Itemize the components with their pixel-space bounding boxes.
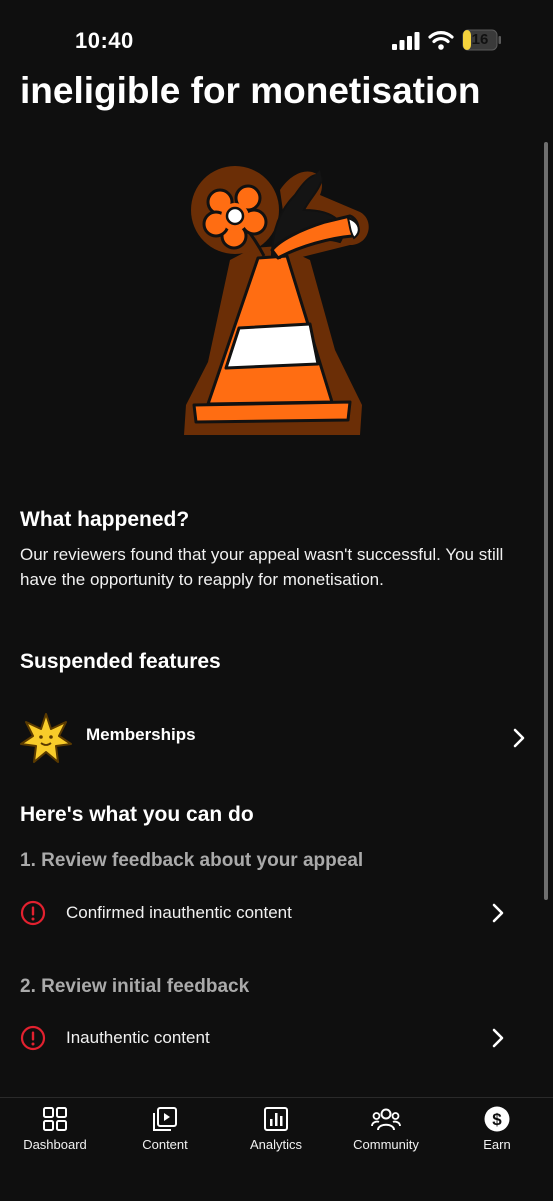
nav-label: Content [142,1137,188,1152]
earn-icon: $ [484,1106,510,1132]
nav-earn[interactable]: $ Earn [442,1098,552,1158]
issue-row-confirmed-inauthentic[interactable]: Confirmed inauthentic content [0,891,553,935]
cellular-signal-icon [392,32,420,50]
what-you-can-do-heading: Here's what you can do [20,803,254,826]
chevron-right-icon [492,1028,504,1048]
nav-community[interactable]: Community [331,1098,441,1158]
what-happened-heading: What happened? [20,508,190,531]
dashboard-icon [43,1107,67,1131]
status-bar: 10:40 16 [0,0,553,80]
battery-icon: 16 [462,29,502,51]
battery-level: 16 [471,31,489,48]
nav-label: Analytics [249,1137,303,1152]
step-2-heading: 2. Review initial feedback [20,976,250,997]
scrollbar[interactable] [544,142,548,900]
nav-content[interactable]: Content [110,1098,220,1158]
nav-analytics[interactable]: Analytics [221,1098,331,1158]
analytics-icon [264,1107,288,1131]
nav-dashboard[interactable]: Dashboard [0,1098,110,1158]
alert-circle-icon [20,900,46,926]
page-title: ineligible for monetisation [20,70,481,111]
issue-label: Inauthentic content [66,1028,210,1047]
svg-text:$: $ [492,1110,502,1129]
traffic-cone-illustration [184,166,369,435]
wifi-icon [428,31,454,50]
feature-label: Memberships [86,725,196,744]
community-icon [371,1108,401,1131]
nav-label: Earn [483,1137,511,1152]
content-icon [153,1107,177,1131]
what-happened-body: Our reviewers found that your appeal was… [20,545,504,589]
suspended-feature-memberships[interactable]: Memberships [0,708,553,766]
suspended-features-heading: Suspended features [20,650,221,673]
status-time: 10:40 [75,28,134,53]
alert-circle-icon [20,1025,46,1051]
issue-row-inauthentic[interactable]: Inauthentic content [0,1016,553,1060]
bottom-nav: Dashboard Content Analytics Community $ … [0,1097,553,1201]
issue-label: Confirmed inauthentic content [66,903,292,922]
chevron-right-icon [513,728,525,748]
step-1-heading: 1. Review feedback about your appeal [20,850,364,871]
star-badge-icon [20,713,72,763]
nav-label: Community [353,1137,419,1152]
nav-label: Dashboard [23,1137,87,1152]
chevron-right-icon [492,903,504,923]
